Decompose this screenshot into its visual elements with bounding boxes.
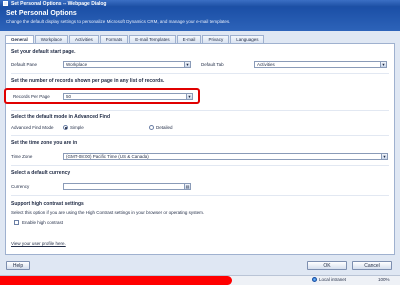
lookup-icon[interactable]: ▤ [184,184,190,189]
section-divider [11,135,389,136]
timezone-heading: Set the time zone you are in [11,140,78,146]
user-profile-link[interactable]: View your user profile here. [11,241,66,246]
help-button[interactable]: Help [6,261,30,270]
dialog-title: Set Personal Options [6,10,77,17]
tab-privacy[interactable]: Privacy [202,35,230,43]
high-contrast-checkbox[interactable] [14,220,19,225]
general-panel: Set your default start page. Default Pan… [5,43,395,255]
window-title: Set Personal Options -- Webpage Dialog [11,0,107,7]
simple-radio[interactable] [63,125,68,130]
detailed-radio[interactable] [149,125,154,130]
currency-label: Currency [11,184,30,189]
advanced-find-label: Advanced Find Mode [11,125,54,130]
security-zone-label: Local intranet [319,277,347,282]
records-heading: Set the number of records shown per page… [11,78,165,84]
window-titlebar: Set Personal Options -- Webpage Dialog [0,0,400,7]
section-divider [11,195,389,196]
default-tab-label: Default Tab [201,62,224,67]
tab-email[interactable]: E-mail [176,35,202,43]
default-pane-select[interactable]: Workplace ▼ [63,61,191,68]
security-zone: Local intranet [312,277,346,282]
advanced-find-heading: Select the default mode in Advanced Find [11,114,110,120]
simple-radio-label: Simple [70,125,84,130]
tab-languages[interactable]: Languages [230,35,265,43]
timezone-select[interactable]: (GMT-08:00) Pacific Time (US & Canada) ▼ [63,153,388,160]
section-divider [11,73,389,74]
timezone-label: Time Zone [11,154,33,159]
redaction-bar [0,276,232,285]
dialog-description: Change the default display settings to p… [6,19,231,24]
section-divider [11,165,389,166]
contrast-description: Select this option if you are using the … [11,210,205,215]
tab-formats[interactable]: Formats [99,35,129,43]
tab-activities[interactable]: Activities [68,35,99,43]
start-page-heading: Set your default start page. [11,49,76,55]
default-tab-select[interactable]: Activities ▼ [254,61,387,68]
tab-strip: General Workplace Activities Formats E-m… [5,35,265,44]
ok-button[interactable]: OK [307,261,347,270]
timezone-value: (GMT-08:00) Pacific Time (US & Canada) [66,154,149,159]
contrast-heading: Support high contrast settings [11,201,84,207]
dialog-header: Set Personal Options Change the default … [0,7,400,31]
currency-lookup[interactable]: ▤ [63,183,191,190]
currency-heading: Select a default currency [11,170,71,176]
zoom-level[interactable]: 100% [378,277,390,282]
default-tab-value: Activities [257,62,275,67]
browser-icon [3,1,8,6]
chevron-down-icon: ▼ [184,62,190,67]
high-contrast-label: Enable high contrast [22,220,64,225]
dialog-footer: Help OK Cancel [0,255,400,275]
detailed-radio-label: Detailed [156,125,173,130]
chevron-down-icon: ▼ [381,154,387,159]
chevron-down-icon: ▼ [380,62,386,67]
tab-workplace[interactable]: Workplace [34,35,68,43]
section-divider [11,110,389,111]
globe-icon [312,277,317,282]
records-highlight-outline [4,88,200,104]
default-pane-label: Default Pane [11,62,38,67]
default-pane-value: Workplace [66,62,88,67]
cancel-button[interactable]: Cancel [352,261,392,270]
tab-email-templates[interactable]: E-mail Templates [129,35,176,43]
